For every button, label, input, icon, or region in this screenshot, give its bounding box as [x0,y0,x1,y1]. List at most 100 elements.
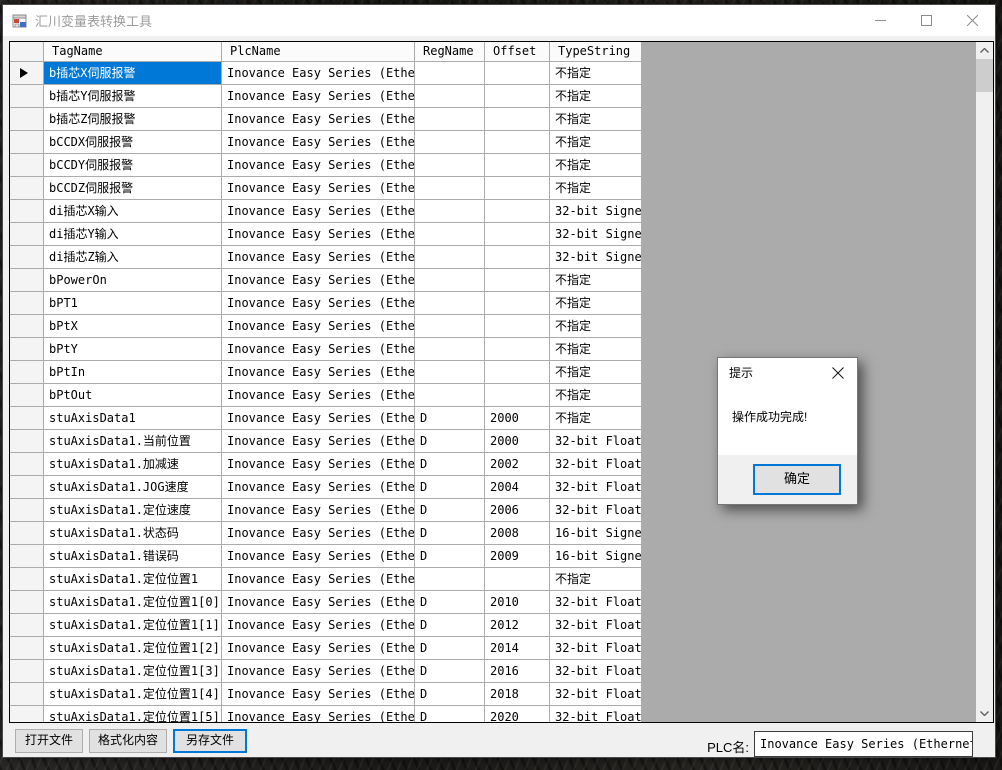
table-cell[interactable] [485,108,550,131]
row-header[interactable] [10,522,44,545]
table-cell[interactable]: Inovance Easy Series (Ethernet) [222,62,415,85]
table-cell[interactable]: bPT1 [44,292,222,315]
row-header[interactable] [10,683,44,706]
row-header[interactable] [10,706,44,723]
minimize-button[interactable] [857,5,903,36]
table-cell[interactable] [415,292,485,315]
table-cell[interactable]: stuAxisData1.定位位置1[2] [44,637,222,660]
row-header[interactable] [10,177,44,200]
table-cell[interactable]: b插芯X伺服报警 [44,62,222,85]
table-cell[interactable]: 不指定 [550,568,642,591]
table-cell[interactable]: bCCDX伺服报警 [44,131,222,154]
row-header[interactable] [10,361,44,384]
table-cell[interactable]: Inovance Easy Series (Ethernet) [222,246,415,269]
title-bar[interactable]: 汇川变量表转换工具 [3,5,995,36]
table-cell[interactable] [485,361,550,384]
table-cell[interactable]: Inovance Easy Series (Ethernet) [222,591,415,614]
row-header[interactable] [10,476,44,499]
table-cell[interactable] [415,361,485,384]
table-cell[interactable]: di插芯Z输入 [44,246,222,269]
row-header[interactable] [10,545,44,568]
table-cell[interactable]: stuAxisData1.状态码 [44,522,222,545]
row-header[interactable] [10,453,44,476]
table-cell[interactable]: Inovance Easy Series (Ethernet) [222,223,415,246]
table-cell[interactable] [485,154,550,177]
table-cell[interactable] [485,85,550,108]
table-cell[interactable]: Inovance Easy Series (Ethernet) [222,338,415,361]
table-cell[interactable]: Inovance Easy Series (Ethernet) [222,706,415,723]
table-cell[interactable]: bPtOut [44,384,222,407]
row-header[interactable] [10,62,44,85]
table-cell[interactable]: 32-bit Float [550,476,642,499]
table-cell[interactable] [415,62,485,85]
table-cell[interactable]: Inovance Easy Series (Ethernet) [222,476,415,499]
table-cell[interactable] [415,384,485,407]
row-header[interactable] [10,614,44,637]
table-cell[interactable]: 不指定 [550,108,642,131]
open-file-button[interactable]: 打开文件 [15,729,83,753]
table-cell[interactable]: Inovance Easy Series (Ethernet) [222,154,415,177]
table-cell[interactable] [415,85,485,108]
table-cell[interactable]: D [415,706,485,723]
table-cell[interactable] [415,246,485,269]
row-header[interactable] [10,407,44,430]
table-cell[interactable] [485,246,550,269]
scroll-down-button[interactable] [976,705,993,722]
table-cell[interactable]: D [415,614,485,637]
row-header[interactable] [10,315,44,338]
row-header[interactable] [10,85,44,108]
table-cell[interactable]: D [415,453,485,476]
table-cell[interactable]: stuAxisData1.错误码 [44,545,222,568]
table-cell[interactable]: Inovance Easy Series (Ethernet) [222,131,415,154]
table-cell[interactable]: 2000 [485,407,550,430]
table-cell[interactable]: bCCDY伺服报警 [44,154,222,177]
table-cell[interactable]: stuAxisData1.定位位置1[0] [44,591,222,614]
table-cell[interactable]: 不指定 [550,407,642,430]
table-cell[interactable] [485,62,550,85]
row-header[interactable] [10,246,44,269]
dialog-ok-button[interactable]: 确定 [753,464,841,495]
table-cell[interactable]: 32-bit Float [550,637,642,660]
column-header-plcname[interactable]: PlcName [222,42,415,62]
table-cell[interactable]: b插芯Y伺服报警 [44,85,222,108]
table-cell[interactable]: Inovance Easy Series (Ethernet) [222,85,415,108]
table-cell[interactable]: 2000 [485,430,550,453]
table-cell[interactable] [485,338,550,361]
row-header[interactable] [10,269,44,292]
row-header[interactable] [10,499,44,522]
row-header[interactable] [10,292,44,315]
table-cell[interactable]: di插芯Y输入 [44,223,222,246]
row-header[interactable] [10,591,44,614]
scrollbar-thumb[interactable] [976,59,993,92]
table-cell[interactable]: D [415,430,485,453]
row-header[interactable] [10,200,44,223]
format-content-button[interactable]: 格式化内容 [89,729,167,753]
table-cell[interactable]: Inovance Easy Series (Ethernet) [222,430,415,453]
table-cell[interactable]: 32-bit Float [550,706,642,723]
table-cell[interactable]: Inovance Easy Series (Ethernet) [222,545,415,568]
table-cell[interactable]: stuAxisData1.JOG速度 [44,476,222,499]
table-cell[interactable]: 不指定 [550,384,642,407]
table-cell[interactable] [415,338,485,361]
table-cell[interactable]: Inovance Easy Series (Ethernet) [222,499,415,522]
table-cell[interactable]: Inovance Easy Series (Ethernet) [222,683,415,706]
table-corner-header[interactable] [10,42,44,62]
table-cell[interactable]: 16-bit Signed [550,522,642,545]
table-cell[interactable]: Inovance Easy Series (Ethernet) [222,568,415,591]
table-cell[interactable]: 2002 [485,453,550,476]
table-cell[interactable] [485,315,550,338]
table-cell[interactable]: 32-bit Signed [550,223,642,246]
table-cell[interactable]: D [415,683,485,706]
column-header-offset[interactable]: Offset [485,42,550,62]
table-cell[interactable] [415,200,485,223]
table-cell[interactable]: Inovance Easy Series (Ethernet) [222,407,415,430]
table-cell[interactable]: D [415,407,485,430]
table-cell[interactable] [415,177,485,200]
table-cell[interactable]: 不指定 [550,131,642,154]
table-cell[interactable]: 32-bit Float [550,453,642,476]
table-cell[interactable]: stuAxisData1.定位位置1[4] [44,683,222,706]
table-cell[interactable]: D [415,637,485,660]
row-header[interactable] [10,637,44,660]
table-cell[interactable]: 32-bit Float [550,591,642,614]
table-cell[interactable] [415,315,485,338]
